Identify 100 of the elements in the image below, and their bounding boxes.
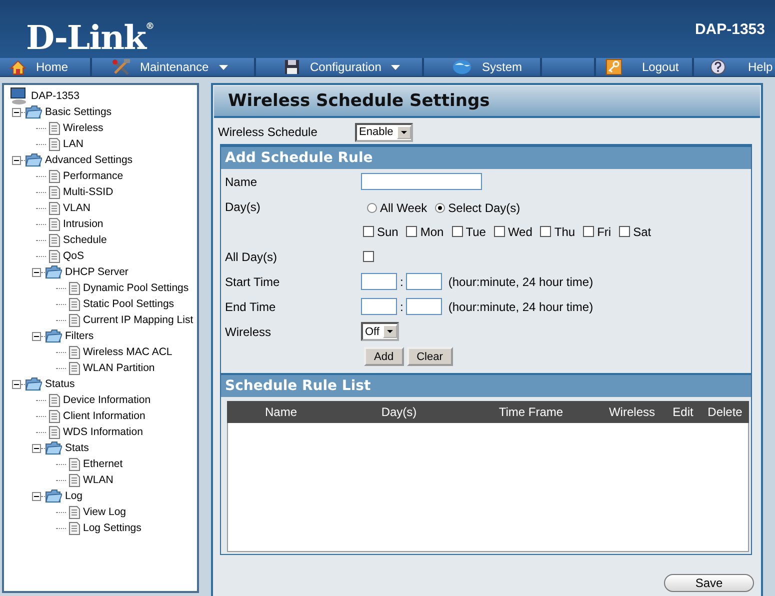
tree-item[interactable]: Client Information [63, 410, 146, 422]
radio-button[interactable] [367, 202, 377, 212]
tree-item[interactable]: QoS [63, 250, 84, 262]
time-format-hint: (hour:minute, 24 hour time) [448, 300, 594, 314]
document-icon [49, 138, 60, 150]
document-icon [49, 394, 60, 406]
folder-icon [45, 265, 62, 279]
checkbox[interactable] [494, 226, 505, 237]
document-icon [69, 506, 80, 518]
tree-item[interactable]: Basic Settings [45, 106, 112, 118]
document-icon [49, 202, 60, 214]
document-icon [49, 170, 60, 182]
folder-icon [45, 329, 62, 343]
field-label: Wireless [225, 324, 272, 338]
nav-menu-item[interactable]: Configuration [256, 58, 424, 76]
tree-item[interactable]: DAP-1353 [31, 90, 80, 102]
tree-item[interactable]: Static Pool Settings [83, 298, 174, 310]
radio-label: Select Day(s) [448, 200, 520, 214]
field-label: Wireless Schedule [218, 125, 318, 139]
folder-icon [25, 153, 42, 167]
collapse-icon[interactable] [32, 444, 41, 452]
time-separator: : [400, 300, 404, 314]
document-icon [49, 122, 60, 134]
field-label: Day(s) [225, 200, 262, 214]
save-button[interactable]: Save [664, 574, 754, 592]
document-icon [49, 234, 60, 246]
document-icon [69, 362, 80, 374]
tree-item[interactable]: WLAN Partition [83, 362, 155, 374]
tree-item[interactable]: Filters [65, 330, 94, 342]
checkbox[interactable] [406, 226, 418, 237]
checkbox-label: Tue [466, 224, 486, 238]
wireless-dropdown[interactable]: Off [361, 322, 400, 341]
collapse-icon[interactable] [32, 332, 41, 340]
tree-item[interactable]: VLAN [63, 202, 90, 214]
help-icon [710, 59, 726, 75]
tree-item[interactable]: Advanced Settings [45, 154, 133, 166]
checkbox[interactable] [619, 226, 630, 237]
nav-menu-item[interactable]: Help [694, 58, 775, 76]
collapse-icon[interactable] [32, 492, 41, 500]
section-heading: Schedule Rule List [221, 373, 751, 397]
checkbox[interactable] [363, 226, 374, 237]
folder-icon [25, 105, 42, 119]
tree-item[interactable]: Dynamic Pool Settings [83, 282, 189, 294]
checkbox[interactable] [583, 226, 594, 237]
document-icon [69, 474, 80, 486]
name-input[interactable] [361, 173, 482, 190]
nav-menu-item[interactable]: Maintenance [92, 58, 256, 76]
document-icon [69, 314, 80, 326]
tree-item[interactable]: Ethernet [83, 458, 123, 470]
tree-item[interactable]: WDS Information [63, 426, 143, 438]
checkbox-label: Fri [597, 224, 612, 238]
tree-item[interactable]: Wireless [63, 122, 104, 134]
document-icon [69, 522, 80, 534]
house-icon [10, 60, 26, 74]
collapse-icon[interactable] [32, 268, 41, 276]
key-icon [606, 59, 622, 75]
schedule-dropdown[interactable]: Enable [355, 122, 414, 142]
collapse-icon[interactable] [12, 380, 21, 388]
checkbox[interactable] [452, 226, 463, 237]
collapse-icon[interactable] [12, 156, 21, 164]
checkbox-label: Wed [508, 224, 532, 238]
form-button[interactable]: Add [364, 347, 404, 366]
globe-icon [452, 59, 472, 75]
checkbox-label: Sat [633, 224, 652, 238]
tree-item[interactable]: Stats [65, 442, 89, 454]
time-separator: : [400, 274, 404, 288]
tree-item[interactable]: Log [65, 490, 83, 502]
minute-input[interactable] [406, 273, 442, 290]
tree-item[interactable]: WLAN [83, 474, 114, 486]
tree-item[interactable]: Device Information [63, 394, 151, 406]
radio-label: All Week [380, 200, 428, 214]
tree-item[interactable]: Performance [63, 170, 124, 182]
tree-item[interactable]: Log Settings [83, 522, 142, 534]
document-icon [69, 346, 80, 358]
radio-button[interactable] [435, 202, 446, 212]
tree-item[interactable]: Intrusion [63, 218, 104, 230]
collapse-icon[interactable] [12, 108, 21, 116]
document-icon [49, 250, 60, 262]
minute-input[interactable] [406, 298, 442, 315]
nav-menu-item[interactable]: System [424, 58, 542, 76]
tree-item[interactable]: View Log [83, 506, 126, 518]
checkbox[interactable] [540, 226, 552, 237]
column-header: Delete [706, 405, 744, 419]
checkbox-label: Sun [377, 224, 398, 238]
hour-input[interactable] [361, 273, 397, 290]
tree-item[interactable]: Wireless MAC ACL [83, 346, 172, 358]
column-header: Day(s) [380, 405, 418, 419]
tree-item[interactable]: Status [45, 378, 75, 390]
nav-menu-item[interactable]: Home [0, 58, 92, 76]
tree-item[interactable]: Current IP Mapping List [83, 314, 194, 326]
tree-item[interactable]: Multi-SSID [63, 186, 114, 198]
nav-menu-item[interactable]: Logout [596, 58, 694, 76]
tree-item[interactable]: LAN [63, 138, 84, 150]
hour-input[interactable] [361, 298, 397, 315]
document-icon [49, 410, 60, 422]
checkbox[interactable] [363, 251, 374, 262]
tree-item[interactable]: DHCP Server [65, 266, 128, 278]
form-button[interactable]: Clear [406, 347, 453, 366]
column-header: Wireless [608, 405, 656, 419]
tree-item[interactable]: Schedule [63, 234, 107, 246]
